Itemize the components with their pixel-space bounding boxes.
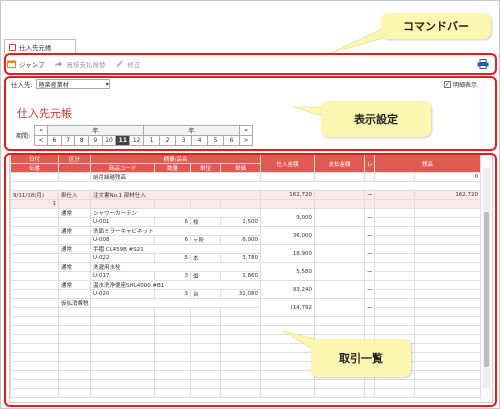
command-bar-highlight: [4, 53, 497, 75]
command-bar-callout: コマンドバー: [381, 13, 491, 39]
transactions-highlight: [4, 153, 497, 407]
tab-label: 仕入先元帳: [19, 44, 52, 52]
display-settings-callout: 表示設定: [321, 101, 431, 137]
transactions-callout: 取引一覧: [311, 339, 411, 377]
tab-supplier-ledger[interactable]: 仕入先元帳: [4, 39, 76, 54]
ledger-window: 仕入先元帳 ジャンプ 買掛支払振替 修正 仕入先: 極楽産業材 ▾ ✓ 明細表示…: [0, 0, 500, 409]
ledger-tab-icon: [9, 43, 16, 51]
